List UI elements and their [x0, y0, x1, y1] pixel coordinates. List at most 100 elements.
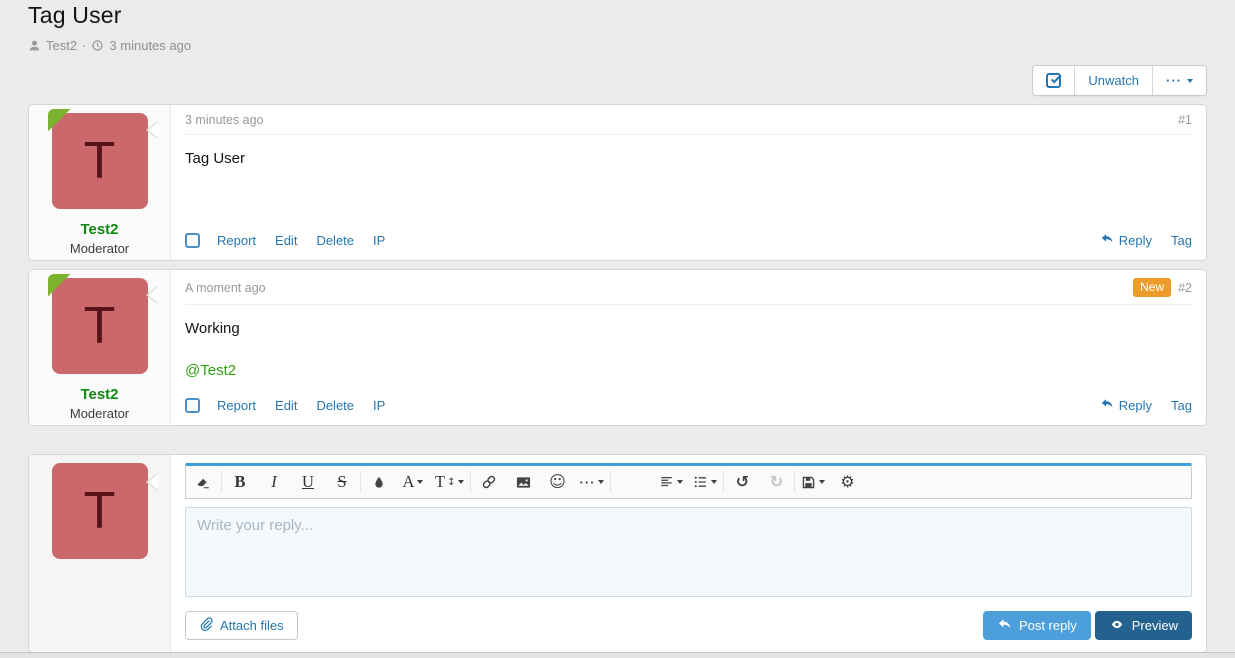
- reply-link[interactable]: Reply: [1100, 232, 1152, 248]
- thread-controls: Unwatch ···: [28, 65, 1207, 96]
- post-reply-button[interactable]: Post reply: [983, 611, 1091, 640]
- post-timestamp[interactable]: A moment ago: [185, 281, 266, 295]
- toolbar-more-button[interactable]: ···: [574, 466, 609, 498]
- avatar[interactable]: T: [52, 113, 148, 209]
- more-dots-icon: ···: [1166, 73, 1182, 88]
- attach-files-label: Attach files: [220, 618, 284, 633]
- save-icon: [801, 475, 816, 490]
- editor-settings-button[interactable]: ⚙: [830, 466, 864, 498]
- avatar-letter: T: [84, 481, 116, 541]
- thread-author[interactable]: Test2: [46, 38, 77, 53]
- paperclip-icon: [199, 617, 213, 634]
- post-timestamp[interactable]: 3 minutes ago: [185, 113, 264, 127]
- select-thread-button[interactable]: [1033, 66, 1075, 95]
- post-1-message: 3 minutes ago #1 Tag User Report Edit De…: [171, 105, 1206, 260]
- delete-link[interactable]: Delete: [316, 233, 354, 248]
- select-post-checkbox[interactable]: [185, 233, 200, 248]
- thread-more-button[interactable]: ···: [1153, 66, 1206, 95]
- page-bottom-divider: [0, 652, 1235, 658]
- reply-editor-card: T B I U S: [28, 454, 1207, 653]
- chevron-down-icon: [417, 480, 423, 484]
- message-tail: [146, 473, 157, 491]
- reply-link[interactable]: Reply: [1100, 397, 1152, 413]
- select-post-checkbox[interactable]: [185, 398, 200, 413]
- bold-button[interactable]: B: [223, 466, 257, 498]
- unwatch-button[interactable]: Unwatch: [1075, 66, 1153, 95]
- font-size-button[interactable]: T ↕: [430, 466, 469, 498]
- insert-link-button[interactable]: [472, 466, 506, 498]
- smilies-button[interactable]: ☺: [540, 466, 574, 498]
- redo-icon: ↻: [770, 474, 783, 490]
- edit-link[interactable]: Edit: [275, 398, 297, 413]
- post-reply-label: Post reply: [1019, 618, 1077, 633]
- editor-actions: Attach files Post reply Preview: [185, 611, 1192, 640]
- preview-label: Preview: [1132, 618, 1178, 633]
- undo-button[interactable]: ↺: [725, 466, 759, 498]
- post-author[interactable]: Test2: [29, 386, 170, 403]
- ip-link[interactable]: IP: [373, 233, 385, 248]
- tag-link[interactable]: Tag: [1171, 398, 1192, 413]
- droplet-icon: [372, 475, 386, 490]
- avatar[interactable]: T: [52, 463, 148, 559]
- post-text: Tag User: [185, 150, 245, 167]
- post-actions: Report Edit Delete IP Reply Tag: [185, 232, 1192, 248]
- user-mention-link[interactable]: @Test2: [185, 361, 236, 381]
- underline-button[interactable]: U: [291, 466, 325, 498]
- edit-link[interactable]: Edit: [275, 233, 297, 248]
- delete-link[interactable]: Delete: [316, 398, 354, 413]
- new-badge: New: [1133, 278, 1171, 297]
- chevron-down-icon: [677, 480, 683, 484]
- message-tail: [146, 286, 157, 304]
- reply-textarea-wrap: [185, 507, 1192, 597]
- link-icon: [481, 474, 497, 490]
- post-author[interactable]: Test2: [29, 221, 170, 238]
- post-content: Working @Test2: [185, 305, 1192, 389]
- remove-format-button[interactable]: [186, 466, 220, 498]
- thread-controls-group: Unwatch ···: [1032, 65, 1207, 96]
- gear-icon: ⚙: [840, 474, 854, 490]
- insert-image-button[interactable]: [506, 466, 540, 498]
- ip-link[interactable]: IP: [373, 398, 385, 413]
- eraser-icon: [195, 474, 211, 490]
- font-family-button[interactable]: A: [396, 466, 430, 498]
- online-indicator-icon: [48, 274, 71, 297]
- post-1: T Test2 Moderator 3 minutes ago #1 Tag U…: [28, 104, 1207, 261]
- meta-separator: ·: [82, 38, 86, 53]
- online-indicator-icon: [48, 109, 71, 132]
- list-button[interactable]: [688, 466, 722, 498]
- redo-button[interactable]: ↻: [759, 466, 793, 498]
- post-header: A moment ago New #2: [185, 278, 1192, 305]
- reply-arrow-icon: [1100, 397, 1114, 413]
- post-number[interactable]: #1: [1178, 113, 1192, 127]
- clock-icon: [91, 39, 104, 52]
- smiley-icon: ☺: [549, 474, 566, 490]
- chevron-down-icon: [1187, 79, 1193, 83]
- report-link[interactable]: Report: [217, 398, 256, 413]
- reply-input[interactable]: [186, 508, 1191, 596]
- chevron-down-icon: [819, 480, 825, 484]
- more-dots-icon: ···: [579, 475, 595, 490]
- report-link[interactable]: Report: [217, 233, 256, 248]
- italic-button[interactable]: I: [257, 466, 291, 498]
- post-2-message: A moment ago New #2 Working @Test2 Repor…: [171, 270, 1206, 425]
- reply-label: Reply: [1119, 233, 1152, 248]
- strikethrough-button[interactable]: S: [325, 466, 359, 498]
- align-icon: [659, 475, 674, 489]
- post-content: Tag User: [185, 135, 1192, 224]
- reply-editor: B I U S A T ↕: [171, 455, 1206, 652]
- text-color-button[interactable]: [362, 466, 396, 498]
- drafts-button[interactable]: [796, 466, 830, 498]
- reply-arrow-icon: [997, 617, 1012, 634]
- avatar[interactable]: T: [52, 278, 148, 374]
- post-author-title: Moderator: [29, 241, 170, 256]
- tag-link[interactable]: Tag: [1171, 233, 1192, 248]
- list-icon: [693, 475, 708, 489]
- alignment-button[interactable]: [654, 466, 688, 498]
- thread-time[interactable]: 3 minutes ago: [109, 38, 191, 53]
- attach-files-button[interactable]: Attach files: [185, 611, 298, 640]
- post-author-title: Moderator: [29, 406, 170, 421]
- unwatch-label: Unwatch: [1088, 73, 1139, 88]
- preview-button[interactable]: Preview: [1095, 611, 1192, 640]
- post-number[interactable]: #2: [1178, 281, 1192, 295]
- chevron-down-icon: [458, 480, 464, 484]
